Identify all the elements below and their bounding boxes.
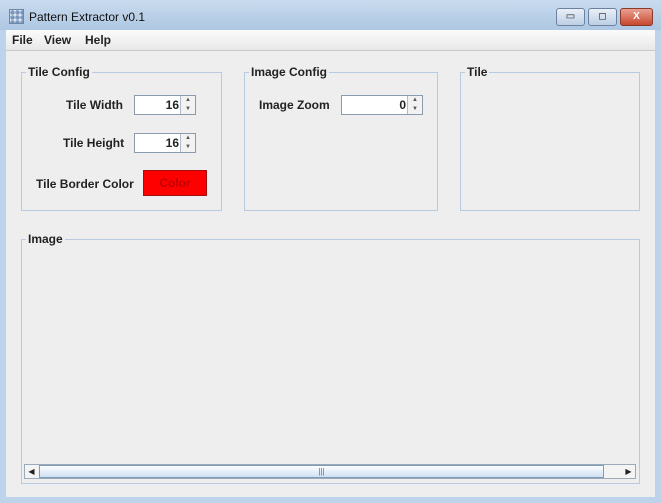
close-button[interactable]: X — [620, 8, 653, 26]
image-panel-title: Image — [26, 232, 65, 246]
scrollbar-thumb[interactable]: ||| — [39, 465, 604, 478]
menu-bar: File View Help — [6, 30, 655, 51]
app-icon — [9, 9, 24, 24]
spin-up-icon[interactable]: ▲ — [181, 134, 195, 143]
image-zoom-label: Image Zoom — [259, 98, 330, 112]
horizontal-scrollbar[interactable]: ◀ ||| ▶ — [24, 464, 636, 479]
menu-file[interactable]: File — [12, 33, 33, 47]
maximize-button[interactable]: ◻ — [588, 8, 617, 26]
tile-height-label: Tile Height — [63, 136, 125, 150]
tile-config-title: Tile Config — [26, 65, 92, 79]
scroll-right-icon[interactable]: ▶ — [622, 465, 635, 478]
menu-help[interactable]: Help — [85, 33, 111, 47]
window-title: Pattern Extractor v0.1 — [29, 10, 146, 24]
image-zoom-spinner[interactable]: 0 ▲ ▼ — [341, 95, 423, 115]
tile-width-value[interactable]: 16 — [166, 98, 179, 112]
tile-panel: Tile — [460, 65, 640, 211]
tile-width-label: Tile Width — [66, 98, 123, 112]
spin-up-icon[interactable]: ▲ — [181, 96, 195, 105]
image-panel: Image — [21, 232, 640, 484]
color-button[interactable]: Color — [143, 170, 207, 196]
tile-height-value[interactable]: 16 — [166, 136, 179, 150]
image-zoom-value[interactable]: 0 — [399, 98, 406, 112]
image-config-panel: Image Config Image Zoom 0 ▲ ▼ — [244, 65, 438, 211]
minimize-button[interactable]: ▭ — [556, 8, 585, 26]
menu-view[interactable]: View — [44, 33, 71, 47]
tile-width-spinner[interactable]: 16 ▲ ▼ — [134, 95, 196, 115]
image-config-title: Image Config — [249, 65, 330, 79]
tile-height-spinner[interactable]: 16 ▲ ▼ — [134, 133, 196, 153]
spin-down-icon[interactable]: ▼ — [181, 143, 195, 152]
scroll-left-icon[interactable]: ◀ — [25, 465, 38, 478]
spin-up-icon[interactable]: ▲ — [408, 96, 422, 105]
title-bar[interactable]: Pattern Extractor v0.1 ▭ ◻ X — [0, 0, 661, 30]
spin-down-icon[interactable]: ▼ — [181, 105, 195, 114]
tile-border-color-label: Tile Border Color — [36, 177, 134, 191]
tile-config-panel: Tile Config Tile Width 16 ▲ ▼ Tile Height… — [21, 65, 222, 211]
tile-panel-title: Tile — [465, 65, 490, 79]
spin-down-icon[interactable]: ▼ — [408, 105, 422, 114]
